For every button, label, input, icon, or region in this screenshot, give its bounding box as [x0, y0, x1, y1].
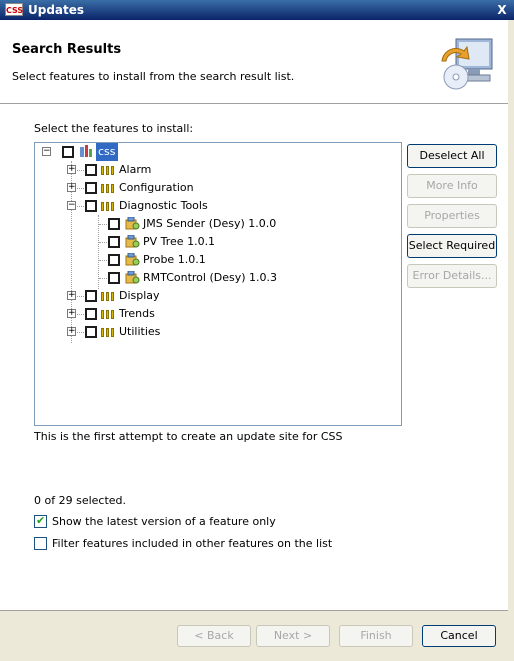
- tree-item-jms-sender[interactable]: JMS Sender (Desy) 1.0.0: [35, 215, 401, 233]
- expand-icon[interactable]: +: [67, 327, 76, 336]
- title-bar: CSS Updates X: [0, 0, 514, 20]
- alarm-label: Alarm: [119, 163, 152, 176]
- page-title: Search Results: [12, 42, 122, 57]
- tree-item-display[interactable]: + Display: [35, 287, 401, 305]
- show-latest-label: Show the latest version of a feature onl…: [52, 515, 276, 528]
- filter-included-checkbox[interactable]: [34, 537, 47, 550]
- tree-root-label: css: [96, 143, 118, 161]
- category-icon: [101, 202, 115, 211]
- collapse-icon[interactable]: −: [67, 201, 76, 210]
- utilities-checkbox[interactable]: [85, 326, 97, 338]
- tree-root-checkbox[interactable]: [62, 146, 74, 158]
- close-icon[interactable]: X: [494, 2, 510, 18]
- expand-icon[interactable]: +: [67, 165, 76, 174]
- window-title: Updates: [28, 3, 85, 17]
- probe-label: Probe 1.0.1: [143, 253, 206, 266]
- page-description: Select features to install from the sear…: [12, 70, 295, 83]
- tree-item-utilities[interactable]: + Utilities: [35, 323, 401, 341]
- plugin-icon: [125, 271, 140, 284]
- alarm-checkbox[interactable]: [85, 164, 97, 176]
- rmtcontrol-label: RMTControl (Desy) 1.0.3: [143, 271, 278, 284]
- select-features-label: Select the features to install:: [34, 122, 194, 135]
- category-icon: [101, 292, 115, 301]
- diagnostic-tools-checkbox[interactable]: [85, 200, 97, 212]
- configuration-checkbox[interactable]: [85, 182, 97, 194]
- selection-count: 0 of 29 selected.: [34, 494, 127, 507]
- finish-button[interactable]: Finish: [339, 625, 413, 647]
- plugin-icon: [125, 253, 140, 266]
- expand-icon[interactable]: +: [67, 291, 76, 300]
- features-tree[interactable]: − css + Alarm + Configuration − Diagnost…: [34, 142, 402, 426]
- expand-icon[interactable]: +: [67, 309, 76, 318]
- feature-description: This is the first attempt to create an u…: [34, 430, 343, 443]
- trends-label: Trends: [119, 307, 155, 320]
- wizard-content: Select the features to install: − css + …: [0, 104, 514, 584]
- tree-item-diagnostic-tools[interactable]: − Diagnostic Tools: [35, 197, 401, 215]
- more-info-button[interactable]: More Info: [407, 174, 497, 198]
- wizard-footer: < Back Next > Finish Cancel: [0, 611, 514, 661]
- plugin-icon: [125, 217, 140, 230]
- update-computer-icon: [441, 38, 493, 90]
- jms-sender-label: JMS Sender (Desy) 1.0.0: [143, 217, 277, 230]
- wizard-header: Search Results Select features to instal…: [0, 20, 514, 104]
- tree-item-trends[interactable]: + Trends: [35, 305, 401, 323]
- select-required-button[interactable]: Select Required: [407, 234, 497, 258]
- collapse-icon[interactable]: −: [42, 147, 51, 156]
- show-latest-checkbox[interactable]: [34, 513, 47, 529]
- trends-checkbox[interactable]: [85, 308, 97, 320]
- cancel-button[interactable]: Cancel: [422, 625, 496, 647]
- deselect-all-button[interactable]: Deselect All: [407, 144, 497, 168]
- tree-item-rmtcontrol[interactable]: RMTControl (Desy) 1.0.3: [35, 269, 401, 287]
- plugin-icon: [125, 235, 140, 248]
- display-checkbox[interactable]: [85, 290, 97, 302]
- utilities-label: Utilities: [119, 325, 161, 338]
- tree-item-pv-tree[interactable]: PV Tree 1.0.1: [35, 233, 401, 251]
- rmtcontrol-checkbox[interactable]: [108, 272, 120, 284]
- window-edge: [508, 20, 514, 661]
- error-details-button[interactable]: Error Details...: [407, 264, 497, 288]
- css-app-icon: CSS: [5, 3, 23, 16]
- tree-item-configuration[interactable]: + Configuration: [35, 179, 401, 197]
- configuration-label: Configuration: [119, 181, 194, 194]
- category-icon: [101, 328, 115, 337]
- properties-button[interactable]: Properties: [407, 204, 497, 228]
- tree-item-probe[interactable]: Probe 1.0.1: [35, 251, 401, 269]
- pv-tree-label: PV Tree 1.0.1: [143, 235, 216, 248]
- probe-checkbox[interactable]: [108, 254, 120, 266]
- expand-icon[interactable]: +: [67, 183, 76, 192]
- jms-sender-checkbox[interactable]: [108, 218, 120, 230]
- tree-root-row[interactable]: − css: [35, 143, 401, 161]
- tree-item-alarm[interactable]: + Alarm: [35, 161, 401, 179]
- next-button[interactable]: Next >: [256, 625, 330, 647]
- category-icon: [101, 310, 115, 319]
- css-site-icon: [80, 145, 92, 157]
- filter-included-label: Filter features included in other featur…: [52, 537, 333, 550]
- pv-tree-checkbox[interactable]: [108, 236, 120, 248]
- category-icon: [101, 166, 115, 175]
- category-icon: [101, 184, 115, 193]
- back-button[interactable]: < Back: [177, 625, 251, 647]
- diagnostic-tools-label: Diagnostic Tools: [119, 199, 208, 212]
- display-label: Display: [119, 289, 160, 302]
